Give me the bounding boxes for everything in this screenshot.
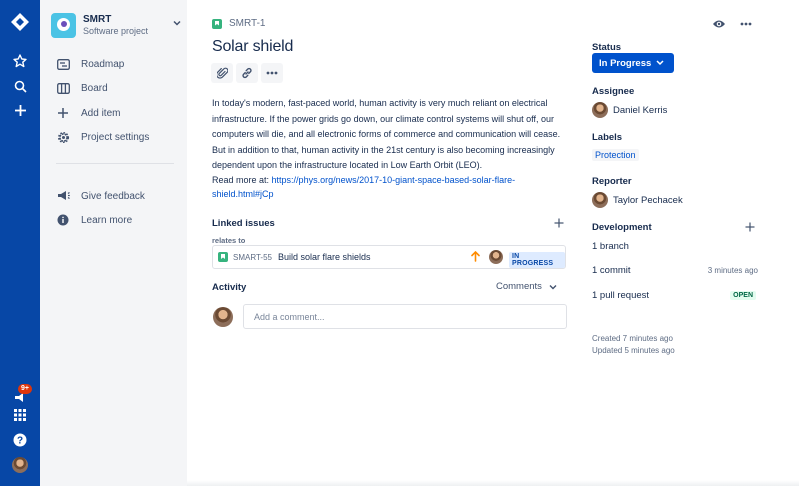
status-dropdown[interactable]: In Progress [592,53,674,73]
created-timestamp: Created 7 minutes ago [592,334,673,343]
help-icon[interactable]: ? [8,428,32,452]
reporter-avatar [592,192,608,208]
story-icon [212,18,222,29]
dev-commit-time: 3 minutes ago [707,266,758,275]
star-icon[interactable] [8,49,32,73]
assignee-name: Daniel Kerris [613,104,668,116]
sidebar-item-label: Add item [81,107,121,119]
create-plus-icon[interactable] [8,98,32,122]
activity-heading: Activity [212,282,247,293]
dev-branch-link[interactable]: 1 branch [592,241,758,252]
link-issue-button[interactable] [236,63,258,83]
svg-text:?: ? [17,436,23,447]
chevron-down-icon [656,60,664,66]
assignee-avatar [592,102,608,118]
link-relation-label: relates to [212,236,246,245]
reporter-name: Taylor Pechacek [613,194,683,206]
dev-commit-text: 1 commit [592,265,631,276]
comment-input[interactable] [243,304,567,329]
global-nav: 9+ ? [0,0,40,486]
issue-key: SMRT-1 [229,18,266,29]
status-badge: IN PROGRESS [509,252,565,268]
attach-button[interactable] [211,63,233,83]
megaphone-icon [56,189,70,203]
more-actions-button[interactable] [261,63,283,83]
sidebar-divider [56,163,174,164]
updated-timestamp: Updated 5 minutes ago [592,346,675,355]
activity-filter-dropdown[interactable]: Comments [496,281,557,292]
story-icon [218,252,228,262]
search-icon[interactable] [8,74,32,98]
commenter-avatar [213,307,233,327]
reporter-label: Reporter [592,176,632,187]
dev-pull-request-link[interactable]: 1 pull request OPEN [592,290,758,301]
label-tag[interactable]: Protection [592,149,639,161]
project-sidebar: SMRT Software project Roadmap Board Add … [40,0,187,486]
gear-icon [56,130,70,144]
linked-issue-row[interactable]: SMART-55 Build solar flare shields IN PR… [212,245,566,269]
sidebar-item-label: Project settings [81,131,150,143]
chevron-down-icon [173,20,181,26]
dev-branch-text: 1 branch [592,241,629,252]
project-avatar-icon [51,12,76,38]
footer-shadow [187,480,799,486]
activity-filter-label: Comments [496,281,542,292]
sidebar-item-label: Board [81,82,108,94]
profile-avatar[interactable] [8,453,32,477]
link-icon [242,67,252,79]
more-icon [266,71,278,75]
linked-issues-heading: Linked issues [212,218,275,229]
sidebar-item-learn-more[interactable]: Learn more [56,211,132,229]
sidebar-item-board[interactable]: Board [56,79,108,97]
project-type: Software project [83,26,149,36]
labels-label: Labels [592,132,623,143]
status-label: Status [592,42,622,53]
dev-commit-link[interactable]: 1 commit 3 minutes ago [592,265,758,276]
roadmap-icon [56,57,70,71]
dev-pr-text: 1 pull request [592,290,650,301]
chevron-down-icon [549,284,557,289]
sidebar-item-label: Learn more [81,214,133,226]
read-more: Read more at: https://phys.org/news/2017… [212,173,552,201]
sidebar-item-project-settings[interactable]: Project settings [56,128,149,146]
breadcrumb-issue-key[interactable]: SMRT-1 [212,18,266,29]
paperclip-icon [216,67,228,79]
project-name: SMRT [83,14,112,25]
sidebar-item-add-item[interactable]: Add item [56,104,120,122]
sidebar-item-give-feedback[interactable]: Give feedback [56,187,145,205]
status-value: In Progress [599,57,652,69]
development-label: Development [592,222,652,233]
linked-issue-key: SMART-55 [233,252,272,262]
jira-logo-icon[interactable] [8,10,32,34]
linked-issue-summary: Build solar flare shields [277,252,371,262]
project-switcher[interactable]: SMRT Software project [51,11,181,39]
assignee-field[interactable]: Daniel Kerris [592,102,667,118]
issue-description[interactable]: In today's modern, fast-paced world, hum… [212,96,566,174]
sidebar-item-roadmap[interactable]: Roadmap [56,55,124,73]
app-switcher-icon[interactable] [8,403,32,427]
read-more-label: Read more at: [212,175,270,185]
issue-toolbar [211,63,286,83]
add-item-icon [56,106,70,120]
pr-status-badge: OPEN [730,291,756,300]
priority-high-icon [471,251,480,262]
sidebar-item-label: Roadmap [81,58,125,70]
sidebar-item-label: Give feedback [81,190,145,202]
add-development-icon[interactable] [744,221,756,233]
watch-eye-icon[interactable] [711,16,727,32]
notifications-badge: 9+ [18,384,32,394]
page-title[interactable]: Solar shield [212,38,293,56]
board-icon [56,81,70,95]
reporter-field[interactable]: Taylor Pechacek [592,192,683,208]
more-options-icon[interactable] [738,16,754,32]
add-linked-issue-icon[interactable] [553,217,565,229]
info-icon [56,213,70,227]
linked-issue-assignee-avatar [489,250,503,264]
assignee-label: Assignee [592,86,635,97]
